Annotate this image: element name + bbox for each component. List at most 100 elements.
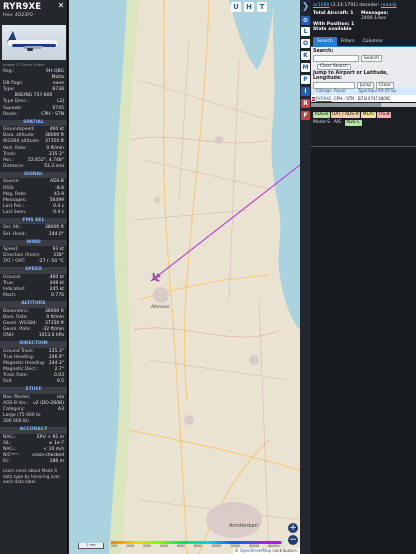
altitude-tick: 2000: [143, 544, 152, 548]
section-signal: SIGNAL: [0, 171, 67, 179]
messages-value: 2490.1/sec: [361, 16, 387, 22]
toolbar-button-r[interactable]: R: [301, 99, 310, 108]
tab-filters[interactable]: Filters: [337, 37, 359, 46]
legend-mode-s: Mode-S: [313, 119, 331, 125]
direction-row: Roll: 0.5: [0, 379, 67, 385]
toolbar-button-k[interactable]: K: [301, 51, 310, 60]
wind-value: -27 / -54 °C: [38, 259, 64, 265]
type-value: B738: [52, 87, 64, 93]
search-button[interactable]: Search: [361, 54, 383, 62]
sidebar-panel: ar1090 (3.14.1791) decoder: readsb Total…: [311, 0, 416, 554]
decoder-link[interactable]: readsb: [381, 3, 397, 8]
wind-label: TAT / OAT:: [3, 259, 26, 265]
photo-credit: Image © Gerrit Griem: [3, 62, 45, 67]
altitude-tick: 500: [111, 544, 118, 548]
section-speed: SPEED: [0, 267, 67, 274]
version-link[interactable]: ar1090: [313, 3, 329, 8]
toolbar-button-o[interactable]: O: [301, 39, 310, 48]
map-button-h[interactable]: H: [244, 2, 254, 12]
signal-label: Last Seen:: [3, 209, 27, 215]
fms-value: 244.0°: [48, 231, 64, 237]
legend-badge: TIS-B: [376, 111, 392, 118]
source-legend: ADS-B UAT / ADS-R MLAT TIS-B Mode-S AIS ADS…: [311, 107, 416, 130]
section-direction: DIRECTION: [0, 341, 67, 348]
registration-label: Reg.:: [3, 69, 15, 74]
clear-search-button[interactable]: Clear Search: [317, 63, 351, 70]
osm-link[interactable]: OpenStreetMap: [240, 548, 271, 553]
aircraft-header: RYR9XE Hex: 4D23F0 ✕: [0, 0, 67, 24]
aircraft-table: Callsign Route Type Squawk Alt.(ft) Sp R…: [311, 86, 416, 102]
close-icon[interactable]: ✕: [57, 2, 65, 10]
version-line: ar1090 (3.14.1791) decoder: readsb: [311, 0, 416, 8]
signal-row: Last Seen: 0.4 s: [0, 210, 67, 216]
stats-available[interactable]: Stats available: [313, 27, 352, 32]
toolbar-button-f[interactable]: F: [301, 111, 310, 120]
section-altitude: ALTITUDE: [0, 301, 67, 308]
place-label-amsterdam: Amsterdam: [229, 523, 258, 529]
jump-title: Jump to Airport or Latitude, Longitude:: [313, 70, 389, 81]
spatial-value: 53.3 nmi: [44, 163, 64, 169]
section-stuff: STUFF: [0, 387, 67, 394]
gear-icon[interactable]: ⚙: [301, 16, 310, 25]
map-button-u[interactable]: U: [231, 2, 241, 12]
map-toolbar: ❯ ⚙ LOKMPIRF: [300, 0, 311, 554]
row-type: B738: [358, 95, 367, 101]
signal-value: 0.4 s: [53, 209, 64, 215]
legend-ais: AIS: [333, 119, 342, 125]
category-desc: 300 000 lb): [3, 419, 29, 425]
tab-columns[interactable]: Columns: [359, 37, 387, 46]
zoom-in-button[interactable]: +: [288, 523, 298, 533]
fms-label: Sel. Head.:: [3, 231, 28, 237]
direction-value: 0.5: [56, 379, 64, 385]
ijsselmeer: [271, 0, 300, 330]
route-row: Route: CPH - STN: [0, 112, 67, 118]
search-input[interactable]: [313, 54, 359, 62]
fms-row: Sel. Head.: 244.0°: [0, 232, 67, 238]
altitude-label: QNH:: [3, 333, 15, 339]
map-button-t[interactable]: T: [257, 2, 267, 12]
col-speed[interactable]: Sp: [390, 87, 416, 95]
tab-search[interactable]: Search: [313, 36, 337, 46]
section-fms: FMS SEL: [0, 217, 67, 225]
aircraft-callsign[interactable]: RYR9XE: [3, 2, 64, 12]
row-squawk: 0745: [368, 95, 377, 101]
table-row[interactable]: RYR9XE CPH - STN B738 0745 38000: [311, 94, 416, 102]
zoom-out-button[interactable]: −: [288, 535, 298, 545]
speed-value: 0.776: [51, 293, 64, 299]
version-text: (3.14.1791) decoder:: [329, 3, 381, 8]
aircraft-marker[interactable]: [148, 271, 162, 285]
route-value: CPH - STN: [41, 111, 64, 117]
type-label: Type:: [3, 87, 15, 93]
spatial-label: Distance:: [3, 163, 25, 169]
search-title: Search:: [313, 48, 334, 54]
legend-badge: UAT / ADS-R: [330, 111, 361, 118]
speed-row: Mach: 0.776: [0, 293, 67, 299]
map-attribution: © OpenStreetMap contributors.: [232, 548, 300, 554]
stuff-value: A3: [58, 407, 64, 413]
toolbar-button-i[interactable]: I: [301, 87, 310, 96]
wind-row: TAT / OAT: -27 / -54 °C: [0, 259, 67, 265]
legend-badge: ADS-B: [313, 111, 330, 118]
col-squawk[interactable]: Squawk: [367, 87, 377, 95]
scale-bar: 2 nm: [78, 543, 104, 549]
altitude-tick: 6000: [177, 544, 186, 548]
map-view[interactable]: Alkmaar Amsterdam U H T + − 2 nm 500 1000…: [69, 0, 300, 554]
aircraft-photo[interactable]: [2, 25, 66, 60]
section-spatial: SPATIAL: [0, 119, 67, 127]
stats-block: Total Aircraft: 1 Messages: 2490.1/sec Wi…: [311, 8, 416, 33]
col-altitude[interactable]: Alt.(ft): [377, 87, 390, 95]
legend-badge: MLAT: [361, 111, 376, 118]
place-label-alkmaar: Alkmaar: [151, 304, 170, 310]
toolbar-button-l[interactable]: L: [301, 27, 310, 36]
expand-arrow-icon[interactable]: ❯: [301, 3, 310, 12]
aircraft-info-panel: RYR9XE Hex: 4D23F0 ✕ Image © Gerrit Grie…: [0, 0, 68, 554]
row-callsign[interactable]: RYR9XE: [315, 95, 333, 102]
col-type[interactable]: Type: [357, 87, 367, 95]
toolbar-button-m[interactable]: M: [301, 63, 310, 72]
row-speed: [390, 95, 416, 102]
col-callsign[interactable]: Callsign: [315, 87, 333, 95]
toolbar-button-p[interactable]: P: [301, 75, 310, 84]
col-route[interactable]: Route: [333, 87, 357, 95]
info-footer: Learn more about Mode S data type by hov…: [3, 468, 61, 485]
map-canvas[interactable]: Alkmaar Amsterdam: [69, 0, 300, 554]
